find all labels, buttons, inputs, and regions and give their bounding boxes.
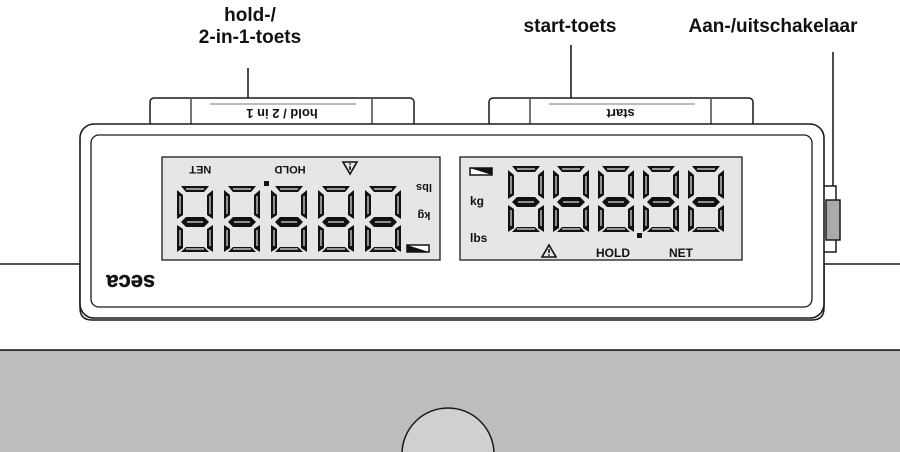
lcd-right: kg lbs HOLD NET: [459, 156, 743, 261]
lcd-right-kg: kg: [470, 194, 484, 208]
lcd-left: NET HOLD lbs kg: [161, 156, 441, 261]
lcd-right-lbs: lbs: [470, 231, 488, 245]
start-button[interactable]: start: [488, 97, 754, 127]
start-button-label: start: [606, 106, 635, 121]
lcd-right-net: NET: [669, 246, 694, 260]
hold-button[interactable]: hold / 2 in 1: [149, 97, 415, 127]
lcd-left-battery-icon: [406, 244, 430, 253]
lcd-left-kg: kg: [418, 209, 431, 221]
scale-diagram: hold / 2 in 1 start NET HOLD lbs kg seca…: [0, 45, 900, 452]
lcd-left-hold: HOLD: [274, 163, 305, 175]
lcd-right-battery-icon: [469, 167, 493, 176]
lcd-left-lbs: lbs: [416, 181, 432, 193]
brand-logo: seca: [106, 270, 156, 295]
hold-button-label: hold / 2 in 1: [246, 106, 318, 121]
lcd-right-hold: HOLD: [596, 246, 630, 260]
lcd-left-net: NET: [189, 163, 211, 175]
